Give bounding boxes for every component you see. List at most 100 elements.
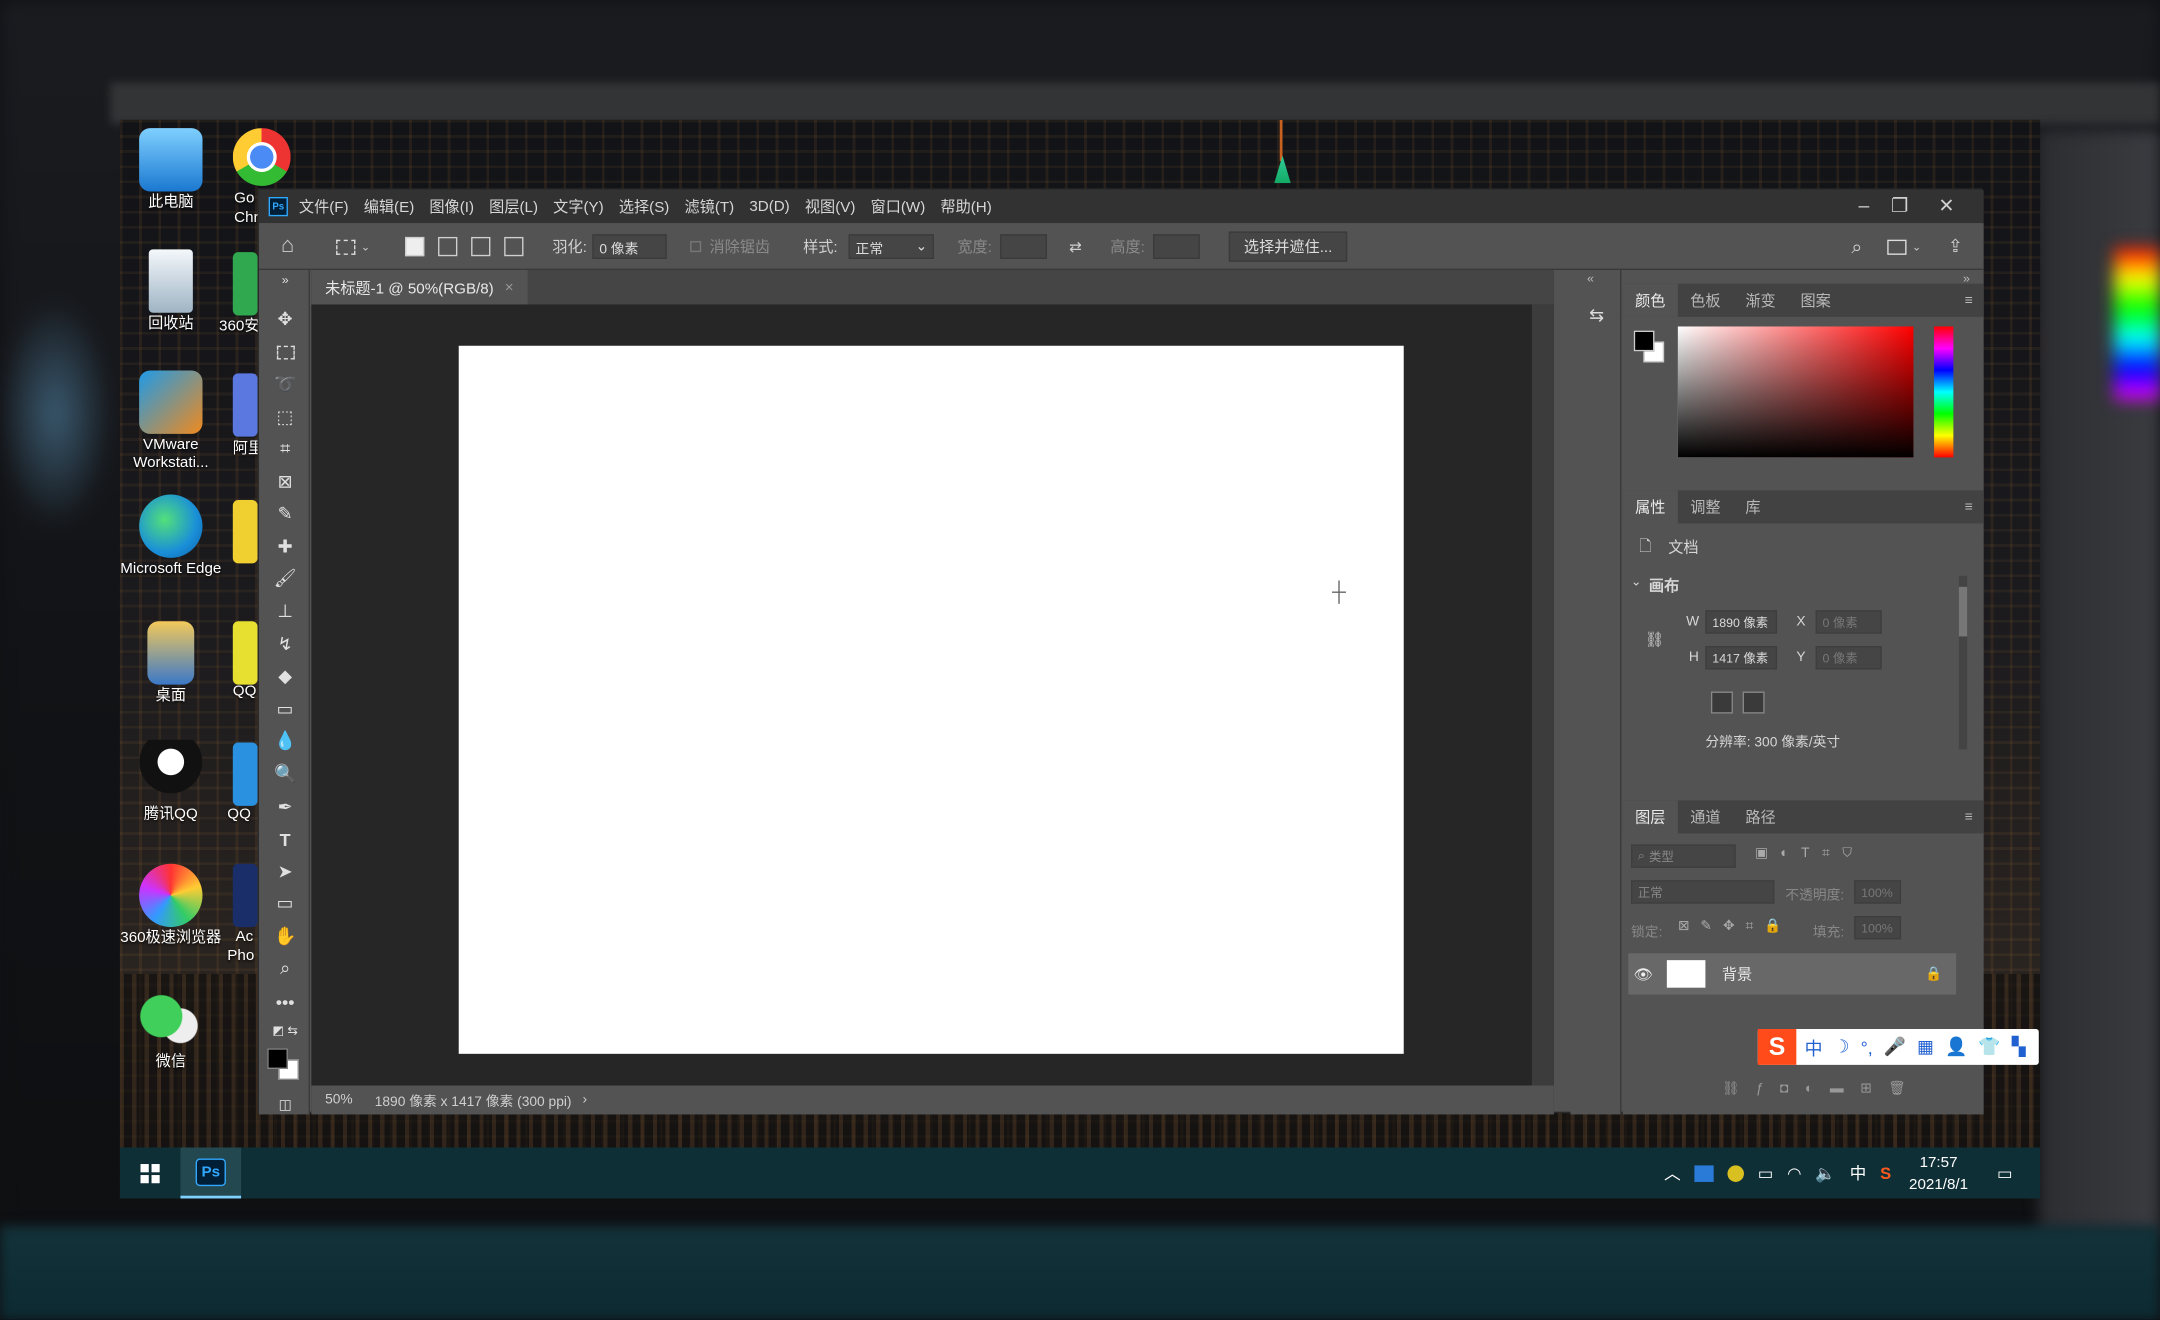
ime-indicator[interactable]: 中: [1850, 1161, 1867, 1184]
menu-select[interactable]: 选择(S): [619, 196, 670, 218]
start-button[interactable]: [120, 1148, 181, 1199]
add-selection-button[interactable]: [438, 236, 458, 257]
chevron-up-icon[interactable]: ︿: [1664, 1161, 1681, 1184]
eyedropper-tool-icon[interactable]: ✎: [270, 500, 300, 528]
panel-menu-icon[interactable]: ≡: [1965, 284, 1973, 317]
new-selection-button[interactable]: [404, 236, 425, 257]
partial-icon[interactable]: [232, 500, 258, 564]
desktop-icon-desktop[interactable]: 桌面: [120, 621, 222, 705]
taskbar-photoshop[interactable]: Ps: [180, 1147, 242, 1199]
canvas-x-input[interactable]: 0 像素: [1815, 610, 1882, 634]
fg-color-chip[interactable]: [1633, 330, 1655, 352]
canvas-height-input[interactable]: 1417 像素: [1705, 646, 1778, 670]
search-icon[interactable]: ⌕: [1851, 223, 1862, 270]
menu-type[interactable]: 文字(Y): [553, 196, 604, 218]
blur-tool-icon[interactable]: 💧: [270, 727, 300, 755]
frame-tool-icon[interactable]: ⊠: [270, 468, 300, 496]
moon-icon[interactable]: ☽: [1834, 1036, 1850, 1058]
panel-menu-icon[interactable]: ≡: [1965, 800, 1973, 833]
desktop-icon-qq[interactable]: 腾讯QQ: [120, 739, 222, 824]
desktop-icon-wechat[interactable]: 微信: [120, 987, 222, 1072]
volume-icon[interactable]: 🔈: [1815, 1163, 1836, 1182]
swap-icon[interactable]: ⇄: [1069, 223, 1082, 270]
layer-filter-icons[interactable]: ▣◐T⌗⛉: [1755, 846, 1864, 861]
gradient-tool-icon[interactable]: ▭: [270, 696, 300, 724]
rectangle-tool-icon[interactable]: ▭: [270, 890, 300, 918]
layer-filter-select[interactable]: ⌕ 类型: [1631, 844, 1736, 868]
marquee-tool-icon[interactable]: [270, 339, 300, 367]
healing-brush-icon[interactable]: ✚: [270, 533, 300, 561]
punctuation-icon[interactable]: °,: [1861, 1037, 1873, 1058]
menu-help[interactable]: 帮助(H): [940, 196, 991, 218]
tab-patterns[interactable]: 图案: [1788, 284, 1843, 317]
notification-icon[interactable]: ▭: [1997, 1163, 2013, 1182]
antialias-checkbox[interactable]: [690, 241, 702, 253]
menu-image[interactable]: 图像(I): [429, 196, 474, 218]
tab-properties[interactable]: 属性: [1622, 490, 1678, 524]
panel-menu-icon[interactable]: ≡: [1965, 490, 1973, 523]
lock-icons[interactable]: ⊠✎✥⌗🔒: [1678, 919, 1793, 934]
microphone-icon[interactable]: 🎤: [1884, 1036, 1906, 1058]
clock[interactable]: 17:57 2021/8/1: [1909, 1151, 1968, 1195]
collapse-toolbox-icon[interactable]: »: [270, 273, 300, 287]
battery-icon[interactable]: ▭: [1758, 1163, 1774, 1182]
quick-mask-icon[interactable]: ◫: [270, 1091, 300, 1119]
menu-layer[interactable]: 图层(L): [489, 196, 538, 218]
menu-window[interactable]: 窗口(W): [871, 196, 926, 218]
desktop-icon-this-pc[interactable]: 此电脑: [120, 128, 222, 212]
home-icon[interactable]: ⌂: [281, 223, 294, 270]
sogou-logo-icon[interactable]: S: [1757, 1029, 1797, 1065]
desktop-icon-edge[interactable]: Microsoft Edge: [120, 494, 222, 579]
tab-paths[interactable]: 路径: [1733, 800, 1788, 833]
tab-gradients[interactable]: 渐变: [1733, 284, 1788, 317]
tab-channels[interactable]: 通道: [1678, 800, 1733, 833]
ime-chinese-mode[interactable]: 中: [1805, 1034, 1823, 1060]
width-input[interactable]: [1000, 234, 1048, 259]
move-tool-icon[interactable]: ✥: [270, 306, 300, 334]
keyboard-icon[interactable]: ▦: [1917, 1036, 1934, 1058]
document-tab[interactable]: 未标题-1 @ 50%(RGB/8) ×: [311, 270, 528, 305]
color-picker-field[interactable]: [1677, 326, 1914, 458]
tray-app-icon[interactable]: [1727, 1164, 1745, 1182]
share-icon[interactable]: ⇪: [1948, 223, 1963, 270]
path-select-tool-icon[interactable]: ➤: [270, 858, 300, 886]
height-input[interactable]: [1153, 234, 1200, 259]
partial-icon[interactable]: [232, 252, 258, 316]
portrait-orientation-icon[interactable]: [1710, 691, 1733, 714]
desktop-icon-recycle-bin[interactable]: 回收站: [120, 249, 222, 333]
close-tab-icon[interactable]: ×: [505, 279, 514, 296]
menu-view[interactable]: 视图(V): [805, 196, 856, 218]
chevron-right-icon[interactable]: ›: [583, 1092, 588, 1107]
subtract-selection-button[interactable]: [471, 236, 491, 257]
partial-icon[interactable]: [232, 742, 258, 806]
sogou-icon[interactable]: S: [1880, 1163, 1891, 1182]
menu-filter[interactable]: 滤镜(T): [685, 196, 735, 218]
maximize-button[interactable]: ❐: [1879, 190, 1920, 220]
eraser-tool-icon[interactable]: ◆: [270, 663, 300, 691]
object-select-tool-icon[interactable]: ⬚: [270, 404, 300, 432]
canvas-width-input[interactable]: 1890 像素: [1705, 610, 1778, 634]
crop-tool-icon[interactable]: ⌗: [270, 435, 300, 463]
style-select[interactable]: 正常 ⌄: [848, 234, 935, 259]
intersect-selection-button[interactable]: [504, 236, 524, 257]
hue-slider[interactable]: [1934, 326, 1954, 458]
menu-3d[interactable]: 3D(D): [749, 198, 789, 215]
tab-libraries[interactable]: 库: [1733, 490, 1773, 523]
hand-tool-icon[interactable]: ✋: [270, 923, 300, 951]
type-tool-icon[interactable]: T: [270, 825, 300, 853]
partial-icon[interactable]: [232, 373, 258, 437]
partial-icon[interactable]: [232, 863, 258, 928]
tab-swatches[interactable]: 色板: [1678, 284, 1733, 317]
desktop-icon-360browser[interactable]: 360极速浏览器: [120, 863, 222, 948]
zoom-tool-icon[interactable]: ⌕: [270, 955, 300, 983]
brush-tool-icon[interactable]: 🖌: [270, 565, 300, 593]
dodge-tool-icon[interactable]: 🔍: [270, 760, 300, 788]
layer-name[interactable]: 背景: [1722, 963, 1752, 985]
foreground-color-swatch[interactable]: [267, 1048, 288, 1069]
tab-layers[interactable]: 图层: [1622, 800, 1678, 834]
opacity-input[interactable]: 100%: [1854, 880, 1902, 904]
feather-input[interactable]: 0 像素: [592, 234, 667, 259]
skin-icon[interactable]: 👕: [1978, 1036, 2000, 1058]
properties-scrollbar[interactable]: [1958, 575, 1968, 750]
lock-icon[interactable]: 🔒: [1925, 966, 1942, 981]
